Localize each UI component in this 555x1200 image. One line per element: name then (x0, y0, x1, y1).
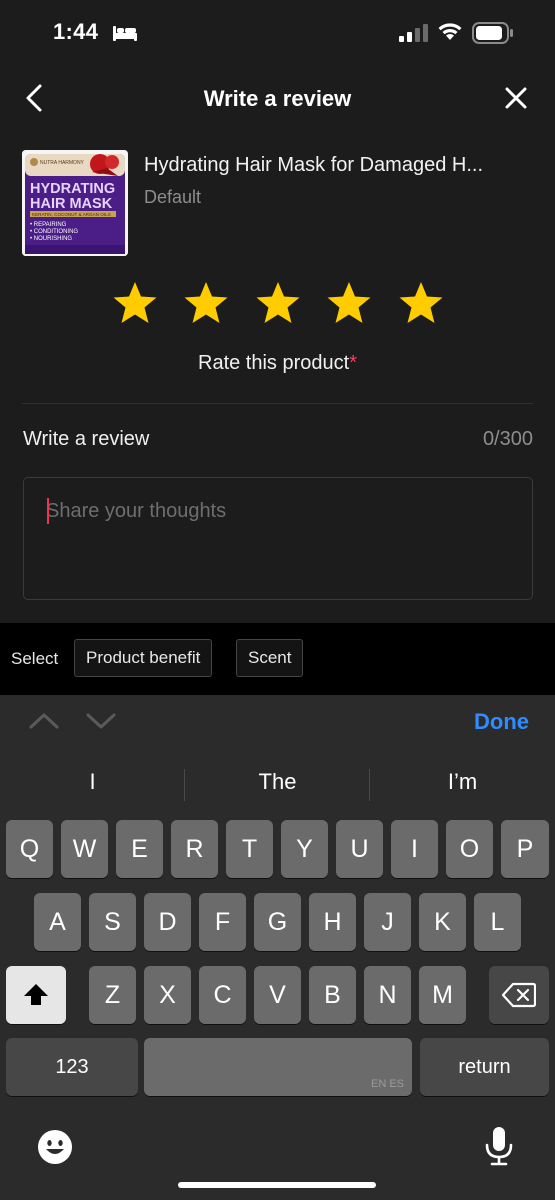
star-icon[interactable] (112, 280, 158, 326)
select-tag-bar: Select Product benefit Scent (0, 623, 555, 695)
star-icon[interactable] (255, 280, 301, 326)
key-e[interactable]: E (116, 820, 163, 878)
shift-key[interactable] (6, 966, 66, 1024)
space-key[interactable]: EN ES (144, 1038, 412, 1096)
chip-scent[interactable]: Scent (236, 639, 304, 677)
rate-product-label: Rate this product* (0, 352, 555, 375)
home-indicator (178, 1182, 376, 1188)
key-p[interactable]: P (501, 820, 549, 878)
battery-icon (472, 22, 513, 44)
status-time: 1:44 (53, 19, 99, 44)
chevron-down-icon[interactable] (85, 707, 117, 735)
product-variant: Default (144, 187, 202, 207)
sleep-focus-icon (113, 26, 137, 41)
chevron-up-icon[interactable] (28, 707, 60, 735)
key-f[interactable]: F (199, 893, 246, 951)
product-summary: NUTRA HARMONY HYDRATING HAIR MASK KERATI… (22, 150, 537, 260)
close-icon[interactable] (500, 82, 532, 114)
suggestion[interactable]: I (0, 769, 185, 795)
star-icon[interactable] (326, 280, 372, 326)
star-rating (0, 280, 555, 328)
divider (22, 403, 533, 404)
key-t[interactable]: T (226, 820, 273, 878)
return-key[interactable]: return (420, 1038, 549, 1096)
thumb-bullet-1: • REPAIRING (30, 222, 67, 228)
done-button[interactable]: Done (474, 709, 529, 735)
suggestion[interactable]: The (185, 769, 370, 795)
page-title: Write a review (203, 86, 352, 111)
suggestion[interactable]: I’m (370, 769, 555, 795)
key-h[interactable]: H (309, 893, 356, 951)
text-caret (47, 498, 49, 524)
thumb-bullet-2: • CONDITIONING (30, 229, 78, 235)
key-v[interactable]: V (254, 966, 301, 1024)
star-icon[interactable] (398, 280, 444, 326)
key-a[interactable]: A (34, 893, 81, 951)
space-language-label: EN ES (370, 1078, 404, 1090)
thumb-bullet-3: • NOURISHING (30, 236, 72, 242)
review-text-area[interactable] (23, 477, 533, 600)
key-j[interactable]: J (364, 893, 411, 951)
chip-product-benefit[interactable]: Product benefit (74, 639, 213, 677)
shift-icon (24, 984, 48, 1005)
key-w[interactable]: W (61, 820, 108, 878)
review-heading: Write a review (23, 428, 150, 450)
thumb-title-1: HYDRATING (30, 181, 115, 197)
microphone-icon[interactable] (484, 1125, 514, 1167)
suggestion-bar: I The I’m (0, 751, 555, 817)
key-x[interactable]: X (144, 966, 191, 1024)
key-m[interactable]: M (419, 966, 466, 1024)
key-r[interactable]: R (171, 820, 218, 878)
key-d[interactable]: D (144, 893, 191, 951)
key-n[interactable]: N (364, 966, 411, 1024)
key-u[interactable]: U (336, 820, 383, 878)
nav-bar: Write a review (0, 66, 555, 130)
cellular-signal-icon (399, 24, 428, 42)
keyboard-toolbar: Done (0, 695, 555, 751)
key-b[interactable]: B (309, 966, 356, 1024)
key-o[interactable]: O (446, 820, 493, 878)
thumb-subtitle: KERATIN, COCONUT & ARGAN OILS (32, 212, 111, 217)
backspace-key[interactable] (489, 966, 549, 1024)
required-marker: * (349, 352, 357, 374)
key-l[interactable]: L (474, 893, 521, 951)
product-thumbnail: NUTRA HARMONY HYDRATING HAIR MASK KERATI… (22, 150, 128, 256)
wifi-icon (438, 23, 462, 40)
key-q[interactable]: Q (6, 820, 53, 878)
select-label: Select (11, 649, 59, 668)
key-z[interactable]: Z (89, 966, 136, 1024)
key-y[interactable]: Y (281, 820, 328, 878)
key-k[interactable]: K (419, 893, 466, 951)
status-bar: 1:44 (0, 0, 555, 66)
key-i[interactable]: I (391, 820, 438, 878)
rate-label-text: Rate this product (198, 352, 350, 374)
review-input[interactable] (46, 496, 516, 526)
product-name: Hydrating Hair Mask for Damaged H... (144, 154, 484, 176)
keyboard: I The I’m Q W E R T Y U I O P A S D F G … (0, 751, 555, 1200)
character-count: 0/300 (482, 428, 533, 450)
thumb-title-2: HAIR MASK (30, 196, 113, 212)
emoji-icon[interactable] (37, 1129, 73, 1165)
star-icon[interactable] (183, 280, 229, 326)
key-s[interactable]: S (89, 893, 136, 951)
key-c[interactable]: C (199, 966, 246, 1024)
key-g[interactable]: G (254, 893, 301, 951)
backspace-icon (501, 982, 537, 1008)
thumb-brand: NUTRA HARMONY (40, 160, 85, 166)
numbers-key[interactable]: 123 (6, 1038, 138, 1096)
